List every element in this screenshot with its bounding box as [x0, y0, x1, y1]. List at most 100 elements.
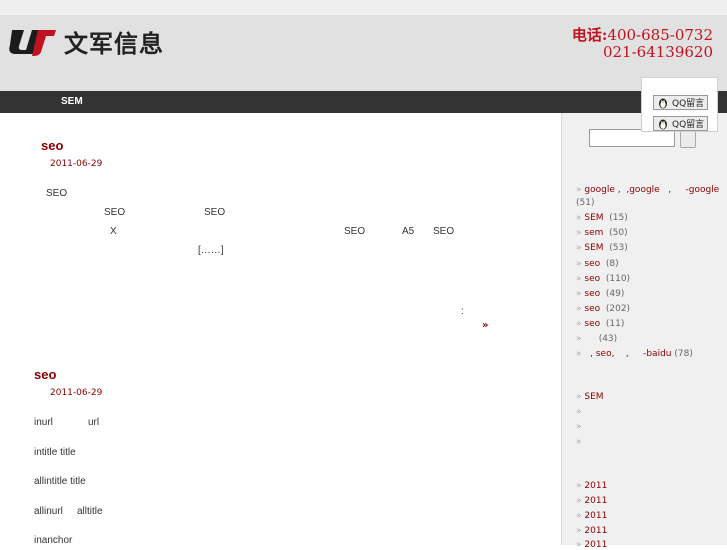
link-label: SEM	[584, 392, 604, 402]
archive-label: 2011	[584, 496, 608, 506]
read-more-link[interactable]: »	[482, 320, 488, 331]
bullet: »	[576, 274, 582, 284]
category-label: SEM	[584, 213, 604, 223]
category-count: (49)	[605, 289, 625, 299]
category-label: SEM	[584, 243, 604, 253]
phone-block: 电话:400-685-0732 021-64139620	[572, 27, 713, 61]
post-1-text: [……]	[198, 245, 224, 256]
category-count: (43)	[598, 334, 618, 344]
post-1-text: A5	[402, 226, 415, 237]
nav-bar: SEM	[0, 91, 727, 113]
archive-link[interactable]: » 2011	[576, 481, 607, 491]
logo-text: 文军信息	[64, 29, 164, 58]
bullet: »	[576, 511, 582, 521]
bullet: »	[576, 392, 582, 402]
bullet: »	[576, 289, 582, 299]
post-2-text: intitle title	[34, 447, 76, 458]
category-item[interactable]: » , seo, , -baidu (78)	[576, 349, 693, 359]
bullet: »	[576, 540, 582, 550]
category-count: (53)	[609, 243, 628, 253]
sidebar-link[interactable]: »	[576, 422, 582, 432]
category-item[interactable]: » sem (50)	[576, 228, 628, 238]
qq-button-label: QQ留言	[672, 99, 705, 109]
archive-link[interactable]: » 2011	[576, 496, 607, 506]
post-1-text: SEO	[433, 226, 455, 237]
phone-label: 电话:	[571, 26, 608, 44]
category-label: ,google	[626, 185, 660, 195]
archive-label: 2011	[584, 481, 608, 491]
bullet: »	[576, 496, 582, 506]
sidebar-link[interactable]: » SEM	[576, 392, 604, 402]
category-label: seo	[584, 289, 601, 299]
bullet: »	[576, 334, 582, 344]
category-label: google	[584, 185, 615, 195]
category-label: seo	[584, 304, 601, 314]
post-2-text: alltitle	[77, 506, 103, 517]
archive-link[interactable]: » 2011	[576, 526, 607, 536]
category-item[interactable]: » google , ,google , -google	[576, 185, 719, 195]
category-label: seo	[584, 274, 601, 284]
archive-link[interactable]: » 2011	[576, 540, 607, 550]
post-2-text: url	[88, 417, 100, 428]
qq-message-button[interactable]: QQ留言	[653, 95, 708, 110]
category-label: ,	[617, 185, 621, 195]
phone-number-1: 400-685-0732	[607, 26, 713, 44]
category-label: ,	[668, 185, 672, 195]
bullet: »	[576, 526, 582, 536]
bullet: »	[576, 304, 582, 314]
category-count: (15)	[609, 213, 628, 223]
phone-number-2: 021-64139620	[602, 43, 713, 61]
main-content: seo 2011-06-29 SEO SEO SEO X SEO A5 SEO …	[0, 113, 561, 546]
post-1-text: SEO	[104, 207, 126, 218]
post-2-text: inanchor	[34, 535, 73, 546]
category-item[interactable]: » seo (8)	[576, 259, 619, 269]
post-title-1[interactable]: seo	[41, 138, 63, 153]
category-count: (11)	[605, 319, 625, 329]
category-label: seo	[584, 319, 601, 329]
category-item[interactable]: » seo (110)	[576, 274, 630, 284]
nav-item-sem[interactable]: SEM	[61, 96, 83, 107]
post-1-text: SEO	[46, 188, 68, 199]
bullet: »	[576, 259, 582, 269]
bullet: »	[576, 319, 582, 329]
category-count: (8)	[605, 259, 619, 269]
category-item[interactable]: » SEM (15)	[576, 213, 628, 223]
penguin-icon	[659, 119, 667, 129]
category-item[interactable]: » seo (49)	[576, 289, 624, 299]
post-1-text: X	[110, 226, 117, 237]
site-logo[interactable]: 文军信息	[8, 26, 164, 58]
category-item[interactable]: » seo (11)	[576, 319, 624, 329]
penguin-icon	[659, 98, 667, 108]
category-count: (51)	[576, 198, 595, 208]
category-count: (51)	[576, 198, 594, 208]
archive-label: 2011	[584, 526, 608, 536]
category-label: sem	[584, 228, 604, 238]
category-count: (50)	[609, 228, 628, 238]
bullet: »	[576, 349, 582, 359]
post-2-text: inurl	[34, 417, 53, 428]
post-title-2[interactable]: seo	[34, 367, 56, 382]
qq-message-button[interactable]: QQ留言	[653, 116, 708, 131]
bullet: »	[576, 422, 582, 432]
post-2-text: allinurl	[34, 506, 63, 517]
category-label: -google	[685, 185, 720, 195]
category-item[interactable]: » (43)	[576, 334, 617, 344]
post-1-text: :	[461, 306, 464, 317]
sidebar-link[interactable]: »	[576, 407, 582, 417]
post-date-2: 2011-06-29	[50, 388, 103, 398]
top-bar	[0, 0, 727, 15]
category-label: ,	[625, 349, 629, 359]
sidebar-link[interactable]: »	[576, 437, 582, 447]
post-date-1: 2011-06-29	[50, 159, 103, 169]
category-label: ,	[590, 349, 593, 359]
category-item[interactable]: » seo (202)	[576, 304, 630, 314]
bullet: »	[576, 481, 582, 491]
category-label: -baidu	[643, 349, 672, 359]
category-item[interactable]: » SEM (53)	[576, 243, 628, 253]
category-count: (110)	[605, 274, 631, 284]
category-count: (202)	[605, 304, 631, 314]
category-count: (78)	[674, 349, 693, 359]
archive-link[interactable]: » 2011	[576, 511, 607, 521]
bullet: »	[576, 228, 582, 238]
post-1-text: SEO	[204, 207, 226, 218]
